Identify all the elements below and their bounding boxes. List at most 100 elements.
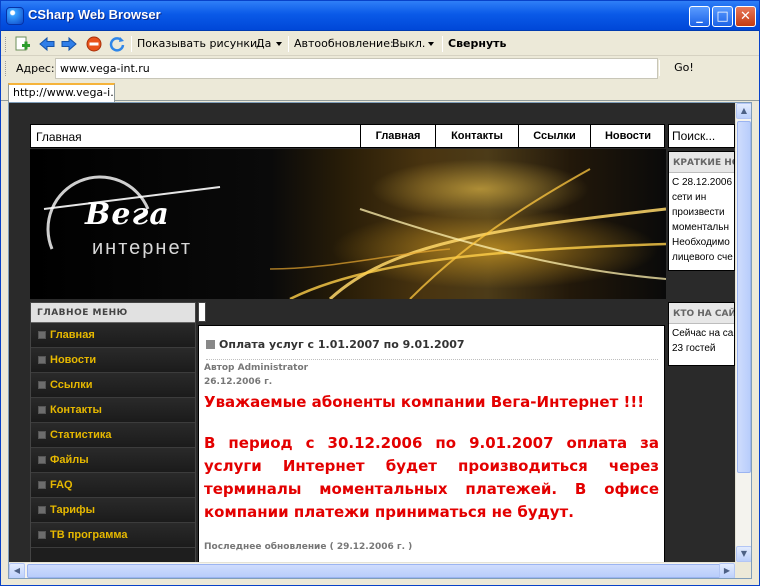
site-nav-links: Главная Контакты Ссылки Новости: [360, 125, 665, 147]
article-body: В период с 30.12.2006 по 9.01.2007 оплат…: [204, 434, 659, 521]
online-line: 23 гостей: [672, 343, 716, 354]
web-viewport: Главная Главная Контакты Ссылки Новости …: [8, 102, 752, 579]
refresh-icon[interactable]: [108, 35, 126, 53]
menu-item-label: Контакты: [50, 404, 102, 416]
toolbar-grip[interactable]: [5, 37, 8, 52]
article-date: 26.12.2006 г.: [204, 377, 273, 387]
vertical-scrollbar[interactable]: ▲ ▼: [735, 103, 751, 562]
main-menu: ГЛАВНОЕ МЕНЮ Главная Новости Ссылки Конт…: [30, 302, 196, 562]
bullet-square-icon: [38, 456, 46, 464]
bullet-square-icon: [38, 331, 46, 339]
address-bar: Адрес: www.vega-int.ru Go!: [1, 57, 759, 81]
horizontal-scroll-thumb[interactable]: [27, 564, 727, 578]
online-sidebox-body: Сейчас на са 23 гостей: [669, 324, 734, 358]
addressbar-grip[interactable]: [5, 61, 8, 76]
minimize-icon: _: [696, 9, 703, 24]
breadcrumb: Главная: [36, 130, 82, 144]
article-author: Автор Administrator: [204, 363, 309, 373]
maximize-button[interactable]: □: [712, 6, 733, 27]
vertical-scroll-thumb[interactable]: [737, 121, 751, 473]
web-page: Главная Главная Контакты Ссылки Новости …: [9, 103, 735, 562]
scrollbar-corner: [735, 562, 751, 578]
online-sidebox-title: КТО НА САЙ: [669, 303, 734, 324]
news-line: сети ин: [672, 192, 707, 203]
online-line: Сейчас на са: [672, 328, 734, 339]
autorefresh-label: Автообновление:: [294, 37, 394, 50]
minimize-button[interactable]: _: [689, 6, 710, 27]
close-icon: ✕: [740, 9, 751, 24]
new-page-icon[interactable]: [13, 35, 31, 53]
tab-strip: http://www.vega-i...: [1, 81, 759, 102]
news-sidebox-body: С 28.12.2006 сети ин произвести моментал…: [669, 173, 734, 267]
scroll-up-icon[interactable]: ▲: [736, 103, 751, 119]
menu-item-label: Файлы: [50, 454, 89, 466]
chevron-down-icon[interactable]: [276, 42, 282, 46]
forward-arrow-icon[interactable]: [60, 35, 78, 53]
menu-item-home[interactable]: Главная: [31, 323, 195, 348]
toolbar-separator: [288, 36, 289, 52]
nav-link-contacts[interactable]: Контакты: [435, 125, 518, 147]
bullet-square-icon: [38, 531, 46, 539]
toolbar: Показывать рисунки: Да Автообновление: В…: [1, 32, 759, 56]
article-greeting: Уважаемые абоненты компании Вега-Интерне…: [204, 393, 645, 411]
close-button[interactable]: ✕: [735, 6, 756, 27]
article-title: Оплата услуг с 1.01.2007 по 9.01.2007: [206, 338, 658, 360]
autorefresh-dropdown[interactable]: Выкл.: [392, 37, 425, 50]
chevron-down-icon[interactable]: [428, 42, 434, 46]
bullet-square-icon: [38, 406, 46, 414]
back-arrow-icon[interactable]: [38, 35, 56, 53]
scroll-left-icon[interactable]: ◀: [9, 563, 25, 578]
tab-current-page[interactable]: http://www.vega-i...: [8, 83, 115, 102]
toolbar-separator: [131, 36, 132, 52]
nav-link-news[interactable]: Новости: [590, 125, 665, 147]
menu-item-label: Новости: [50, 354, 97, 366]
article: Оплата услуг с 1.01.2007 по 9.01.2007 Ав…: [198, 325, 665, 562]
menu-item-tv[interactable]: ТВ программа: [31, 523, 195, 548]
site-search-input[interactable]: Поиск...: [668, 124, 735, 148]
menu-item-label: Тарифы: [50, 504, 96, 516]
scroll-down-icon[interactable]: ▼: [736, 546, 751, 562]
app-globe-icon: [7, 8, 23, 24]
bullet-square-icon: [38, 481, 46, 489]
site-top-nav: Главная Главная Контакты Ссылки Новости: [30, 124, 665, 148]
brand-logo-text: Вега: [85, 197, 170, 232]
bullet-square-icon: [38, 356, 46, 364]
nav-link-home[interactable]: Главная: [360, 125, 435, 147]
menu-item-tariffs[interactable]: Тарифы: [31, 498, 195, 523]
bullet-square-icon: [38, 381, 46, 389]
article-title-text: Оплата услуг с 1.01.2007 по 9.01.2007: [219, 338, 465, 351]
menu-item-links[interactable]: Ссылки: [31, 373, 195, 398]
news-line: произвести: [672, 207, 725, 218]
menu-item-faq[interactable]: FAQ: [31, 473, 195, 498]
bullet-square-icon: [206, 340, 215, 349]
bullet-square-icon: [38, 431, 46, 439]
horizontal-scrollbar[interactable]: ◀ ▶: [9, 562, 735, 578]
nav-link-links[interactable]: Ссылки: [518, 125, 590, 147]
news-line: Необходимо: [672, 237, 730, 248]
show-images-dropdown[interactable]: Да: [256, 37, 271, 50]
maximize-icon: □: [716, 9, 729, 24]
article-updated: Последнее обновление ( 29.12.2006 г. ): [204, 542, 413, 552]
show-images-label: Показывать рисунки:: [137, 37, 261, 50]
menu-item-label: Статистика: [50, 429, 112, 441]
menu-item-statistics[interactable]: Статистика: [31, 423, 195, 448]
address-input[interactable]: www.vega-int.ru: [55, 58, 658, 79]
menu-item-label: Ссылки: [50, 379, 93, 391]
news-line: моментальн: [672, 222, 729, 233]
window-title: CSharp Web Browser: [28, 7, 161, 22]
bullet-square-icon: [38, 506, 46, 514]
news-line: лицевого сче: [672, 252, 733, 263]
title-bar[interactable]: CSharp Web Browser _ □ ✕: [1, 1, 759, 31]
menu-item-label: Главная: [50, 329, 95, 341]
collapse-button[interactable]: Свернуть: [448, 37, 506, 50]
menu-item-contacts[interactable]: Контакты: [31, 398, 195, 423]
scroll-right-icon[interactable]: ▶: [719, 563, 735, 578]
brand-logo-subtitle: интернет: [92, 237, 193, 259]
browser-window: CSharp Web Browser _ □ ✕ Показывать рису…: [0, 0, 760, 586]
stop-icon[interactable]: [85, 35, 103, 53]
menu-item-news[interactable]: Новости: [31, 348, 195, 373]
column-toggle[interactable]: [198, 302, 206, 322]
go-button[interactable]: Go!: [661, 58, 707, 79]
menu-item-label: ТВ программа: [50, 529, 128, 541]
menu-item-files[interactable]: Файлы: [31, 448, 195, 473]
